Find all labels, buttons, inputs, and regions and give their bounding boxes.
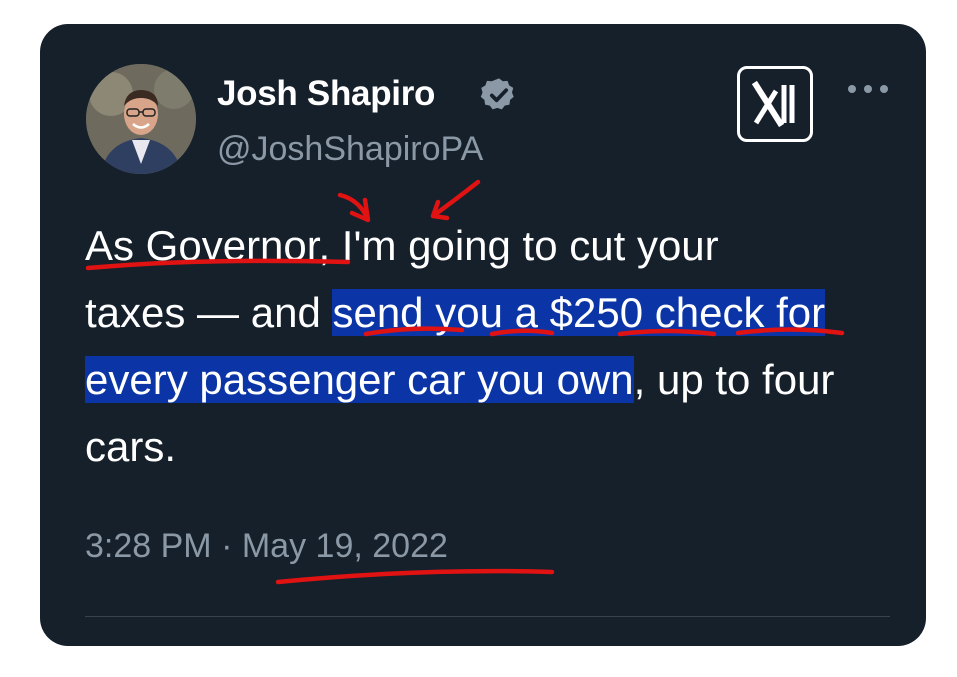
more-options-icon[interactable] [838, 74, 898, 104]
tweet-card: Josh Shapiro @JoshShapiroPA As Governor,… [40, 24, 926, 646]
tweet-text-line1: As Governor, I'm going to cut your [85, 222, 719, 269]
tweet-text-part2: taxes — and [85, 289, 333, 336]
timestamp-separator: · [221, 527, 233, 565]
x-logo-icon[interactable] [737, 66, 813, 142]
x-logo-glyph [751, 80, 795, 128]
tweet-time[interactable]: 3:28 PM [85, 527, 212, 565]
tweet-date[interactable]: May 19, 2022 [242, 527, 448, 565]
author-avatar[interactable] [86, 64, 196, 174]
avatar-photo [86, 64, 196, 174]
tweet-text: As Governor, I'm going to cut your taxes … [85, 212, 885, 480]
divider [85, 616, 890, 617]
tweet-timestamp: 3:28 PM · May 19, 2022 [85, 524, 448, 568]
verified-badge-icon [480, 78, 514, 110]
author-display-name[interactable]: Josh Shapiro [217, 74, 435, 114]
author-handle[interactable]: @JoshShapiroPA [217, 129, 483, 169]
